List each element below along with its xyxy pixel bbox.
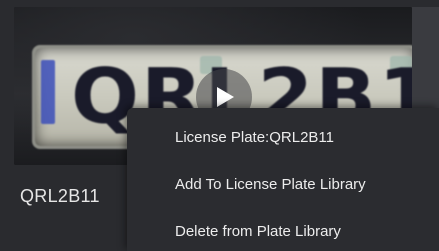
menu-item-license-plate[interactable]: License Plate:QRL2B11 [127,116,439,158]
menu-item-delete-from-library[interactable]: Delete from Plate Library [127,210,439,251]
plate-capture-view: QRL2B11 QRL2B11 License Plate:QRL2B11 Ad… [0,0,439,251]
menu-item-add-to-library[interactable]: Add To License Plate Library [127,163,439,205]
play-icon [217,87,234,107]
context-menu: License Plate:QRL2B11 Add To License Pla… [127,108,439,251]
plate-number-label: QRL2B11 [20,186,100,206]
plate-country-strip [41,60,55,124]
